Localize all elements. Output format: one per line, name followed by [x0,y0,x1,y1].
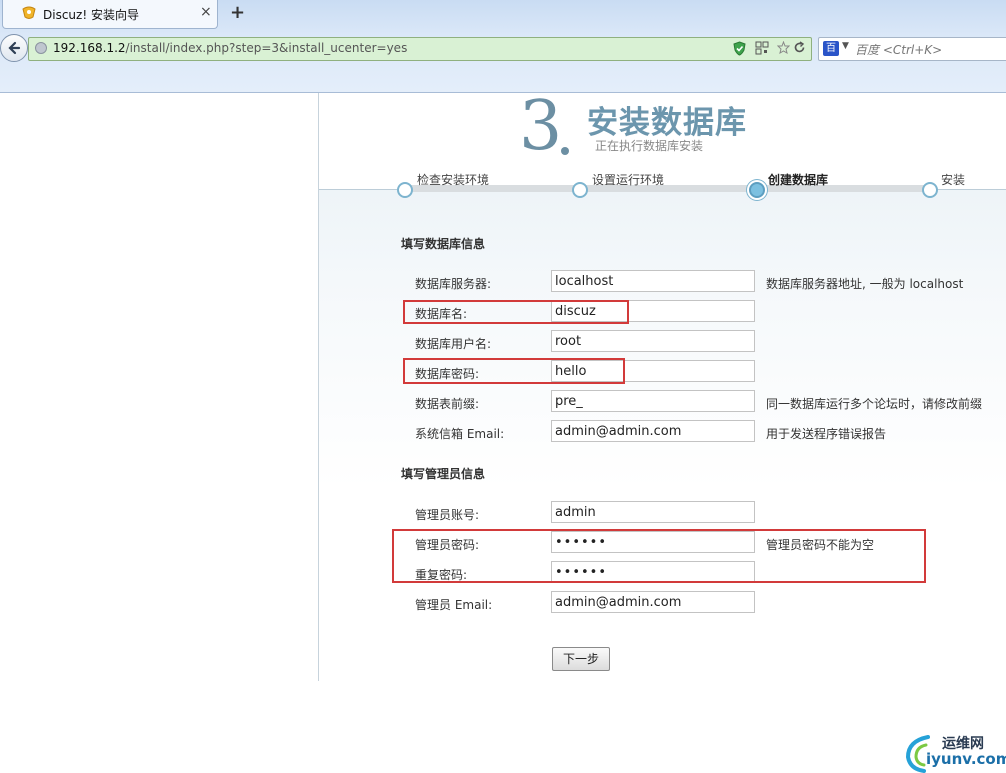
tab-title: Discuz! 安装向导 [43,8,139,22]
step-marker-2 [572,182,588,198]
install-wizard: 3 安装数据库 正在执行数据库安装 检查安装环境 设置运行环境 创建数据库 安装… [318,87,1006,681]
db-user-label: 数据库用户名: [415,337,492,351]
table-prefix-hint: 同一数据库运行多个论坛时，请修改前缀 [766,397,983,411]
step-label-install: 安装 [941,173,966,187]
discuz-favicon-icon [22,6,36,19]
baidu-paw-icon[interactable]: 百 [823,41,839,56]
system-email-label: 系统信箱 Email: [415,427,505,441]
bookmark-star-icon[interactable] [777,41,790,54]
new-tab-icon[interactable]: + [230,2,245,23]
step-label-check-env: 检查安装环境 [417,173,490,187]
back-arrow-icon [8,41,21,55]
tab-bar: Discuz! 安装向导 × + [0,0,1006,29]
db-server-hint: 数据库服务器地址, 一般为 localhost [766,277,964,291]
step-progress: 检查安装环境 设置运行环境 创建数据库 安装 [319,171,1006,201]
admin-account-input[interactable] [551,501,755,523]
back-button[interactable] [0,34,28,62]
watermark: 运维网 iyunv.com [904,731,1006,773]
admin-email-label: 管理员 Email: [415,598,493,612]
url-text[interactable]: 192.168.1.2/install/index.php?step=3&ins… [53,41,407,55]
annotation-box-db-password [403,358,625,384]
browser-chrome: Discuz! 安装向导 × + 192.168.1.2/install/ind… [0,0,1006,93]
step-label-setup-env: 设置运行环境 [592,173,665,187]
step-label-create-db: 创建数据库 [768,173,829,187]
admin-email-input[interactable] [551,591,755,613]
step-marker-1 [397,182,413,198]
system-email-input[interactable] [551,420,755,442]
system-email-hint: 用于发送程序错误报告 [766,427,887,441]
search-bar[interactable]: 百 ▼ 百度 <Ctrl+K> [818,37,1006,61]
navigation-bar: 192.168.1.2/install/index.php?step=3&ins… [0,30,1006,64]
db-server-input[interactable] [551,270,755,292]
search-placeholder: 百度 <Ctrl+K> [855,43,943,57]
watermark-domain: iyunv.com [926,750,1006,768]
url-host: 192.168.1.2 [53,41,126,55]
table-prefix-label: 数据表前缀: [415,397,480,411]
tab-discuz-install[interactable]: Discuz! 安装向导 × [2,0,218,29]
qr-code-icon[interactable] [755,41,769,55]
annotation-box-db-name [403,300,629,324]
close-tab-icon[interactable]: × [200,4,212,20]
step-number-dot [561,147,569,155]
step-marker-4 [922,182,938,198]
step-number: 3 [519,87,563,166]
db-server-label: 数据库服务器: [415,277,492,291]
admin-account-label: 管理员账号: [415,508,480,522]
page: 3 安装数据库 正在执行数据库安装 检查安装环境 设置运行环境 创建数据库 安装… [0,87,1006,773]
table-prefix-input[interactable] [551,390,755,412]
url-path: /install/index.php?step=3&install_ucente… [125,41,408,55]
page-subtitle: 正在执行数据库安装 [595,139,704,153]
annotation-box-admin-password [392,529,926,583]
next-step-button[interactable]: 下一步 [552,647,610,671]
admin-section-title: 填写管理员信息 [401,467,486,481]
step-marker-3-current [749,182,765,198]
db-section-title: 填写数据库信息 [401,237,486,251]
reload-icon[interactable] [793,41,806,54]
site-identity-icon[interactable] [35,42,47,54]
page-title: 安装数据库 [587,105,747,141]
address-bar[interactable]: 192.168.1.2/install/index.php?step=3&ins… [28,37,812,61]
chevron-down-icon[interactable]: ▼ [842,41,849,51]
shield-icon[interactable] [733,41,746,56]
db-user-input[interactable] [551,330,755,352]
